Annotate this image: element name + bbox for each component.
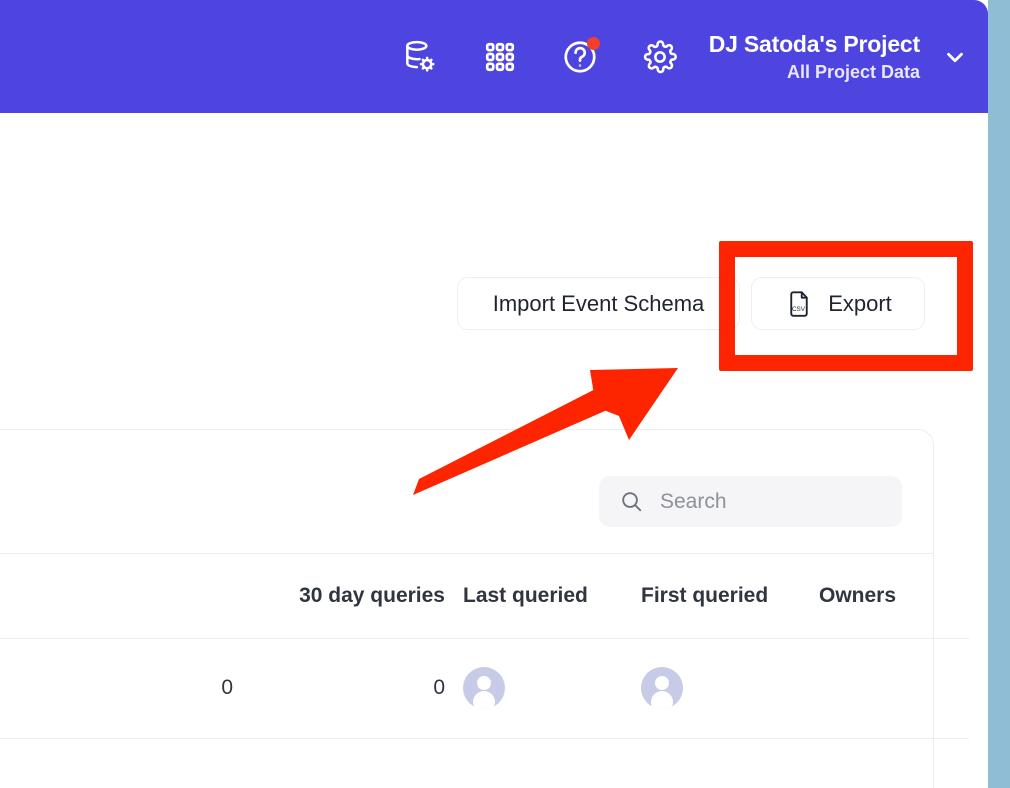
table-row[interactable] (0, 738, 969, 788)
cell-owners (819, 638, 969, 738)
events-table: 30 day queries Last queried First querie… (0, 554, 969, 788)
app-window: DJ Satoda's Project All Project Data Imp… (0, 0, 988, 788)
help-circle-icon[interactable] (559, 36, 601, 78)
project-name: DJ Satoda's Project (709, 29, 920, 59)
project-text-group: DJ Satoda's Project All Project Data (709, 29, 920, 85)
avatar-placeholder-icon (463, 667, 505, 709)
events-table-card: 30 day queries Last queried First querie… (0, 429, 934, 788)
avatar-placeholder-icon (641, 667, 683, 709)
help-notification-badge (587, 37, 600, 50)
table-body: 0 0 (0, 638, 969, 788)
database-settings-icon[interactable] (399, 36, 441, 78)
cell-last-queried (463, 738, 641, 788)
screenshot-root: DJ Satoda's Project All Project Data Imp… (0, 0, 1010, 788)
cell-last-queried (463, 638, 641, 738)
column-header-first-queried[interactable]: First queried (641, 554, 819, 638)
apps-grid-icon[interactable] (479, 36, 521, 78)
column-header-last-queried[interactable]: Last queried (463, 554, 641, 638)
column-header-30-day-queries[interactable]: 30 day queries (251, 554, 463, 638)
cell-first-queried (641, 638, 819, 738)
search-box[interactable] (599, 476, 902, 527)
table-toolbar (0, 430, 933, 554)
import-event-schema-button[interactable]: Import Event Schema (457, 277, 740, 330)
cell-first-queried (641, 738, 819, 788)
cell-owners (819, 738, 969, 788)
cell-count (0, 738, 251, 788)
page-action-buttons: Import Event Schema CSV Export (457, 277, 925, 330)
cell-30-day-queries (251, 738, 463, 788)
svg-text:CSV: CSV (792, 306, 806, 313)
export-button[interactable]: CSV Export (751, 277, 925, 330)
column-header-spacer (0, 554, 251, 638)
table-row[interactable]: 0 0 (0, 638, 969, 738)
column-header-owners[interactable]: Owners (819, 554, 969, 638)
topbar-icon-group (399, 36, 681, 78)
chevron-down-icon[interactable] (942, 44, 968, 70)
cell-30-day-queries: 0 (251, 638, 463, 738)
top-navigation-bar: DJ Satoda's Project All Project Data (0, 0, 988, 113)
csv-file-icon: CSV (784, 289, 814, 319)
table-header-row: 30 day queries Last queried First querie… (0, 554, 969, 638)
import-event-schema-label: Import Event Schema (493, 291, 705, 317)
table-header: 30 day queries Last queried First querie… (0, 554, 969, 638)
project-switcher[interactable]: DJ Satoda's Project All Project Data (709, 29, 968, 85)
gear-icon[interactable] (639, 36, 681, 78)
project-subtitle: All Project Data (709, 59, 920, 85)
search-icon (619, 489, 644, 514)
export-button-label: Export (828, 291, 892, 317)
cell-count: 0 (0, 638, 251, 738)
search-input[interactable] (660, 490, 882, 514)
